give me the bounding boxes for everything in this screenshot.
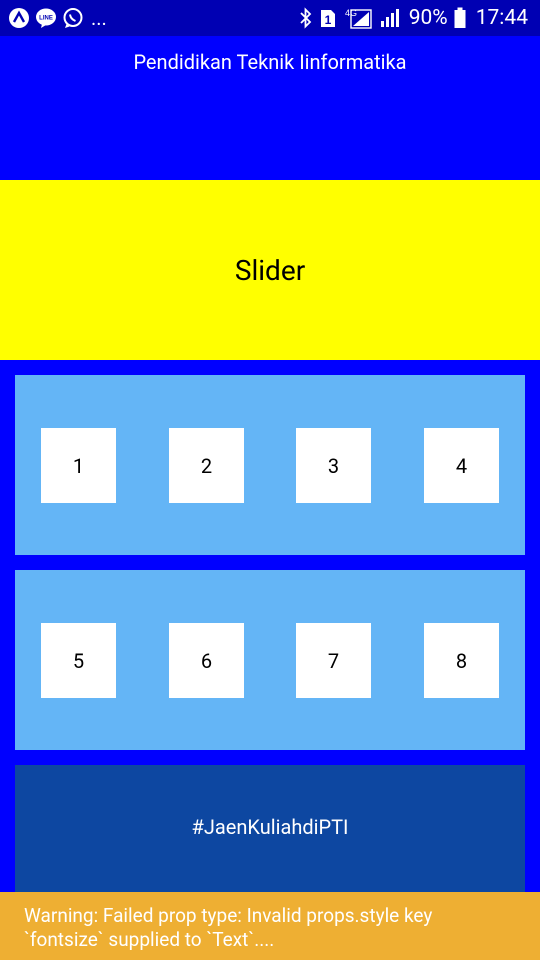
notification-icons: LINE ... (8, 7, 107, 29)
battery-percent: 90% (408, 6, 448, 30)
bluetooth-icon (300, 7, 311, 29)
more-notifications: ... (91, 6, 107, 30)
menu-tile-8[interactable]: 8 (424, 623, 499, 698)
hashtag-footer: #JaenKuliahdiPTI (15, 765, 525, 892)
battery-icon (454, 7, 466, 28)
svg-text:LINE: LINE (39, 16, 53, 22)
menu-row-1: 1 2 3 4 (15, 375, 525, 555)
warning-line-1: Warning: Failed prop type: Invalid props… (24, 904, 433, 927)
menu-tile-3[interactable]: 3 (296, 428, 371, 503)
hashtag-text: #JaenKuliahdiPTI (191, 815, 349, 839)
slider-banner[interactable]: Slider (0, 180, 540, 360)
status-bar: LINE ... 1 4G 90% 17:44 (0, 0, 540, 36)
menu-tile-2[interactable]: 2 (169, 428, 244, 503)
menu-tile-5[interactable]: 5 (41, 623, 116, 698)
warning-line-2: `fontsize` supplied to `Text`.... (24, 928, 275, 951)
line-app-icon: LINE (36, 8, 56, 28)
menu-tile-6[interactable]: 6 (169, 623, 244, 698)
sim-1-icon: 1 (320, 10, 335, 27)
4g-signal-icon: 4G (345, 8, 372, 29)
arrow-up-circle-icon (9, 8, 29, 28)
slider-label: Slider (234, 253, 306, 287)
header-title: Pendidikan Teknik Iinformatika (133, 50, 407, 74)
system-icons: 1 4G 90% 17:44 (299, 5, 528, 31)
menu-tile-1[interactable]: 1 (41, 428, 116, 503)
clock: 17:44 (475, 6, 528, 30)
menu-row-2: 5 6 7 8 (15, 570, 525, 750)
menu-tile-4[interactable]: 4 (424, 428, 499, 503)
whatsapp-icon (63, 8, 83, 28)
signal-icon (380, 9, 399, 27)
warning-toast[interactable]: Warning: Failed prop type: Invalid props… (0, 892, 540, 960)
menu-tile-7[interactable]: 7 (296, 623, 371, 698)
app-header: Pendidikan Teknik Iinformatika (0, 36, 540, 180)
svg-text:1: 1 (324, 13, 331, 27)
